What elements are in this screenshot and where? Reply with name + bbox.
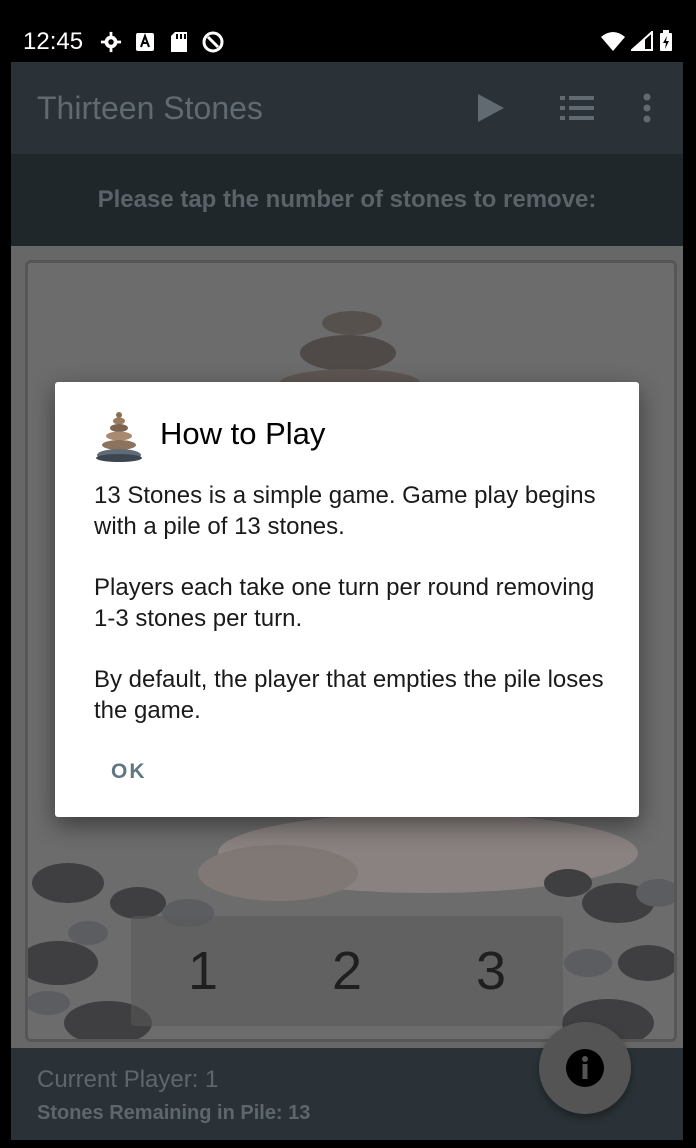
cell-signal-icon (629, 29, 653, 56)
status-bar: 12:45 (11, 22, 683, 62)
dialog-title: How to Play (160, 416, 326, 451)
instruction-bar: Please tap the number of stones to remov… (11, 154, 683, 246)
info-fab-button[interactable] (539, 1022, 631, 1114)
current-player-label: Current Player: 1 (37, 1066, 219, 1093)
choice-3-button[interactable]: 3 (451, 940, 531, 1002)
dialog-paragraph: Players each take one turn per round rem… (94, 574, 595, 632)
dialog-paragraph: 13 Stones is a simple game. Game play be… (94, 482, 596, 540)
app-title: Thirteen Stones (37, 90, 263, 126)
status-time: 12:45 (23, 28, 84, 55)
dialog-paragraph: By default, the player that empties the … (94, 666, 604, 724)
app-bar: Thirteen Stones (11, 62, 683, 154)
sd-card-icon (167, 30, 191, 54)
wifi-icon (601, 31, 625, 56)
choice-2-button[interactable]: 2 (307, 940, 387, 1002)
settings-gear-icon (99, 30, 123, 54)
status-icons-right (601, 29, 673, 57)
stone-choice-panel: 1 2 3 (131, 916, 563, 1026)
stone-stack-icon (96, 412, 142, 462)
instruction-text: Please tap the number of stones to remov… (97, 186, 597, 213)
dialog-body: 13 Stones is a simple game. Game play be… (94, 480, 614, 756)
overflow-menu-icon[interactable] (629, 90, 665, 126)
status-icons-left (99, 30, 225, 54)
keyboard-a-icon (133, 30, 157, 54)
info-icon (566, 1049, 604, 1087)
stones-remaining-label: Stones Remaining in Pile: 13 (37, 1102, 311, 1124)
dialog-ok-button[interactable]: OK (93, 752, 165, 792)
play-icon[interactable] (473, 90, 509, 126)
how-to-play-dialog: How to Play 13 Stones is a simple game. … (55, 382, 639, 817)
choice-1-button[interactable]: 1 (163, 940, 243, 1002)
screen: 12:45 Thirteen Stones Please tap the num… (11, 22, 683, 1140)
battery-charging-icon (659, 30, 673, 57)
sync-circle-icon (201, 30, 225, 54)
list-icon[interactable] (559, 90, 595, 126)
